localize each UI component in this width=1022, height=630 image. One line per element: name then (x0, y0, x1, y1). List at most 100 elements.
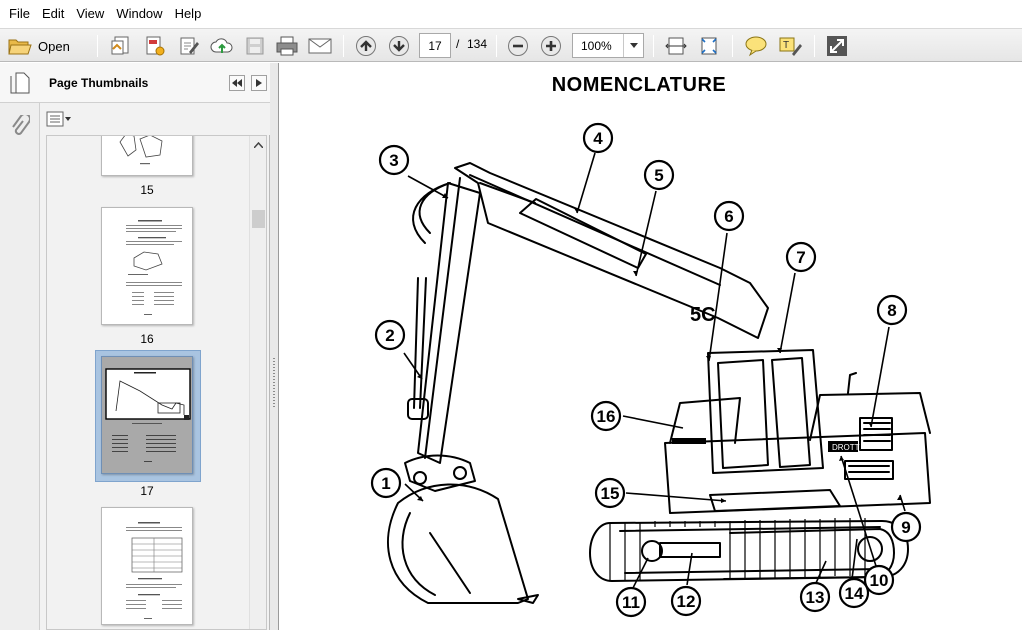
save-button[interactable] (242, 33, 268, 59)
pdf-viewer-window: File Edit View Window Help Open 17 / 134… (0, 0, 1022, 630)
menu-window[interactable]: Window (110, 0, 168, 28)
folder-open-icon (8, 39, 32, 55)
thumbnail-page-15[interactable] (101, 136, 193, 176)
thumbnail-label: 16 (140, 332, 154, 346)
chevron-up-icon[interactable] (254, 142, 263, 148)
zoom-out-icon (508, 36, 528, 56)
separator (653, 35, 654, 57)
fit-width-button[interactable] (663, 33, 689, 59)
comment-button[interactable] (742, 33, 770, 59)
callout-14: 14 (838, 577, 870, 609)
total-pages: 134 (467, 37, 488, 51)
comment-icon (745, 36, 767, 57)
excavator-illustration: 5C DROTT 1 2 3 4 5 6 7 8 9 10 11 12 13 1… (370, 122, 931, 618)
arrow-up-icon (356, 36, 376, 56)
svg-text:13: 13 (806, 588, 825, 607)
edit-pdf-button[interactable] (176, 33, 202, 59)
create-pdf-icon (111, 36, 129, 55)
callout-5: 5 (643, 159, 675, 191)
edit-pdf-icon (180, 37, 199, 55)
pages-icon (10, 72, 30, 94)
email-button[interactable] (306, 33, 334, 59)
panel-title: Page Thumbnails (49, 76, 149, 90)
next-page-button[interactable] (386, 33, 412, 59)
svg-text:3: 3 (389, 151, 398, 170)
menu-help[interactable]: Help (169, 0, 208, 28)
callout-8: 8 (876, 294, 908, 326)
svg-text:T: T (783, 40, 789, 51)
create-pdf-button[interactable] (108, 33, 134, 59)
print-button[interactable] (273, 33, 301, 59)
page-thumbnails-tab[interactable] (0, 63, 40, 103)
separator (496, 35, 497, 57)
menu-file[interactable]: File (3, 0, 36, 28)
previous-page-button[interactable] (353, 33, 379, 59)
menu-edit[interactable]: Edit (36, 0, 70, 28)
document-view[interactable]: NOMENCLATURE 5C DROTT 1 2 3 4 5 6 7 8 9 … (280, 63, 1022, 630)
svg-text:5C: 5C (690, 304, 716, 326)
thumbnail-list[interactable]: 15 16 17 (46, 135, 267, 630)
separator (732, 35, 733, 57)
zoom-select[interactable]: 100% (572, 33, 644, 58)
toolbar: Open 17 / 134 100% T (0, 28, 1022, 62)
callout-7: 7 (785, 241, 817, 273)
open-button[interactable]: Open (8, 33, 82, 59)
panel-menu-button[interactable] (251, 75, 267, 91)
thumbnail-page-16[interactable] (101, 207, 193, 325)
callout-4: 4 (582, 122, 614, 154)
highlight-button[interactable]: T (776, 33, 804, 59)
svg-text:5: 5 (654, 166, 663, 185)
fit-page-button[interactable] (696, 33, 722, 59)
page-number-input[interactable] (419, 33, 451, 58)
fit-width-icon (665, 37, 687, 55)
thumbnail-label: 17 (140, 484, 154, 498)
email-icon (308, 38, 332, 54)
callout-12: 12 (670, 585, 702, 617)
upload-button[interactable] (208, 33, 236, 59)
svg-text:11: 11 (622, 593, 640, 612)
thumbnail-options-bar (40, 103, 270, 135)
svg-text:DROTT: DROTT (832, 443, 860, 452)
chevron-right-icon (256, 79, 262, 87)
export-pdf-icon (146, 36, 165, 56)
svg-text:9: 9 (901, 518, 910, 537)
export-pdf-button[interactable] (142, 33, 168, 59)
svg-text:14: 14 (845, 584, 864, 603)
chevron-down-icon[interactable] (623, 34, 643, 57)
save-icon (246, 37, 264, 55)
svg-text:7: 7 (796, 248, 805, 267)
svg-text:2: 2 (385, 326, 394, 345)
callout-15: 15 (594, 477, 626, 509)
thumbnail-page-17[interactable] (101, 356, 193, 474)
svg-text:4: 4 (593, 129, 603, 148)
separator (343, 35, 344, 57)
expand-button[interactable] (824, 33, 850, 59)
options-button[interactable] (46, 110, 74, 128)
zoom-out-button[interactable] (505, 33, 531, 59)
callout-6: 6 (713, 200, 745, 232)
menu-view[interactable]: View (70, 0, 110, 28)
callout-16: 16 (590, 400, 622, 432)
page-separator: / (456, 37, 460, 51)
double-chevron-left-icon (232, 79, 242, 87)
collapse-panel-button[interactable] (229, 75, 245, 91)
scrollbar-thumb[interactable] (252, 210, 265, 228)
svg-text:12: 12 (677, 592, 696, 611)
zoom-in-icon (541, 36, 561, 56)
expand-icon (827, 36, 847, 56)
arrow-down-icon (389, 36, 409, 56)
print-icon (276, 36, 298, 56)
svg-text:1: 1 (381, 474, 390, 493)
thumbnail-page-18[interactable] (101, 507, 193, 625)
callout-10: 10 (863, 564, 895, 596)
zoom-in-button[interactable] (538, 33, 564, 59)
open-label: Open (38, 38, 70, 54)
thumbnail-scrollbar[interactable] (249, 136, 266, 629)
panel-splitter[interactable] (270, 63, 279, 630)
svg-text:10: 10 (870, 571, 889, 590)
svg-text:16: 16 (597, 407, 616, 426)
callout-13: 13 (799, 581, 831, 613)
paperclip-icon[interactable] (10, 115, 30, 139)
highlight-icon: T (779, 37, 802, 56)
callout-9: 9 (890, 511, 922, 543)
